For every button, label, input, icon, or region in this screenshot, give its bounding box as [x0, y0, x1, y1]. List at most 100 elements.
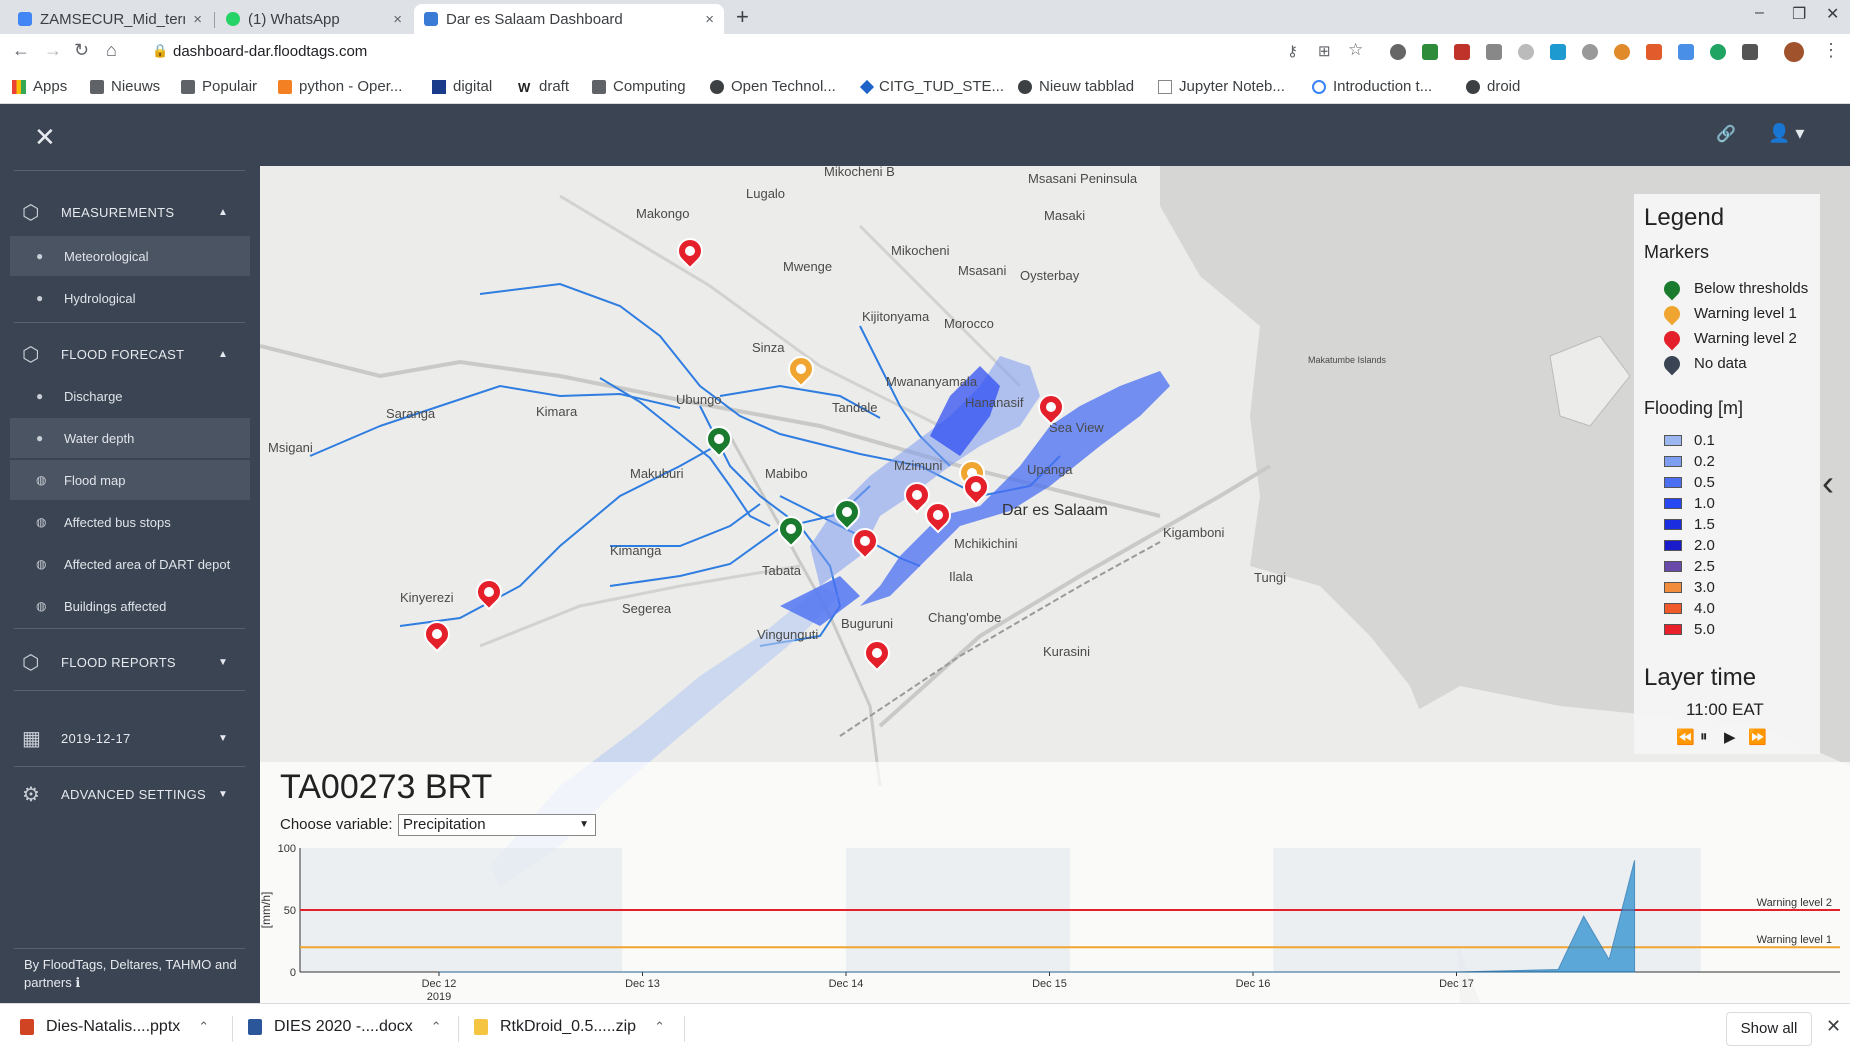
extension-icon[interactable] [1614, 44, 1630, 60]
bookmark-open-technol[interactable]: Open Technol... [710, 78, 836, 95]
new-tab-button[interactable]: + [736, 4, 749, 30]
section-measurements[interactable]: ⬡ MEASUREMENTS ▲ [0, 192, 260, 232]
close-downloads-icon[interactable]: ✕ [1826, 1016, 1841, 1037]
extension-icon[interactable] [1486, 44, 1502, 60]
legend-flood-item: 1.5 [1664, 516, 1715, 533]
legend-flood-item: 0.5 [1664, 474, 1715, 491]
home-icon[interactable]: ⌂ [106, 40, 117, 61]
apps-grid-icon [12, 79, 26, 94]
extension-icon[interactable] [1422, 44, 1438, 60]
reload-icon[interactable]: ↻ [74, 40, 89, 61]
bookmark-introduction[interactable]: Introduction t... [1312, 78, 1432, 95]
extension-icon[interactable] [1582, 44, 1598, 60]
sidebar-item-buildings-affected[interactable]: ◍ Buildings affected [10, 586, 250, 626]
fast-forward-icon[interactable]: ⏩ [1748, 728, 1767, 746]
minimize-icon[interactable]: – [1755, 4, 1764, 22]
download-item[interactable]: RtkDroid_0.5.....zip ⌃ [474, 1018, 665, 1036]
bookmark-computing[interactable]: Computing [592, 78, 686, 95]
precipitation-chart[interactable]: 0 50 100 [mm/h] Dec 12 Dec 13 Dec 14 Dec 15 Dec … [260, 824, 1850, 1004]
tab-close-icon[interactable]: × [393, 11, 402, 28]
extension-icon[interactable] [1518, 44, 1534, 60]
rain-icon [682, 243, 698, 259]
sidebar-item-hydrological[interactable]: ● Hydrological [10, 278, 250, 318]
section-flood-forecast[interactable]: ⬡ FLOOD FORECAST ▲ [0, 334, 260, 374]
share-link-icon[interactable]: 🔗 [1716, 124, 1736, 144]
tab-dashboard[interactable]: Dar es Salaam Dashboard × [414, 4, 724, 34]
download-name: Dies-Natalis....pptx [46, 1018, 181, 1035]
y-tick-label: 0 [290, 967, 296, 979]
section-advanced-settings[interactable]: ⚙ ADVANCED SETTINGS ▼ [0, 774, 260, 814]
sidebar-item-dart-depot[interactable]: ◍ Affected area of DART depot [10, 544, 250, 584]
bookmark-citg[interactable]: CITG_TUD_STE... [859, 78, 1004, 95]
sidebar-item-discharge[interactable]: ● Discharge [10, 376, 250, 416]
tab-zamsecur[interactable]: ZAMSECUR_Mid_term_m × [8, 4, 212, 34]
legend-label: 1.5 [1694, 516, 1715, 533]
user-menu-icon[interactable]: 👤 ▾ [1768, 123, 1804, 144]
pptx-file-icon [20, 1019, 34, 1035]
close-sidebar-icon[interactable]: ✕ [34, 122, 56, 153]
download-item[interactable]: DIES 2020 -....docx ⌃ [248, 1018, 442, 1036]
extension-icon[interactable] [1550, 44, 1566, 60]
maximize-icon[interactable]: ❐ [1792, 4, 1806, 24]
extension-icon[interactable] [1454, 44, 1470, 60]
layer-time-value: 11:00 EAT [1686, 700, 1764, 719]
rewind-icon[interactable]: ⏪ [1676, 728, 1695, 746]
forward-icon[interactable]: → [44, 40, 62, 61]
globe-icon: ◍ [36, 515, 47, 529]
pause-icon[interactable]: ⏸ [1700, 728, 1708, 745]
extension-icon[interactable] [1390, 44, 1406, 60]
bookmark-populair[interactable]: Populair [181, 78, 257, 95]
river-icon [1043, 399, 1059, 415]
tab-title: ZAMSECUR_Mid_term_m [40, 10, 185, 28]
address-bar[interactable]: dashboard-dar.floodtags.com [173, 43, 367, 60]
sidebar-item-affected-bus-stops[interactable]: ◍ Affected bus stops [10, 502, 250, 542]
section-flood-reports[interactable]: ⬡ FLOOD REPORTS ▼ [0, 642, 260, 682]
star-icon[interactable]: ☆ [1348, 40, 1363, 60]
tab-close-icon[interactable]: × [705, 11, 714, 28]
bookmark-nieuws[interactable]: Nieuws [90, 78, 160, 95]
bookmark-label: Nieuw tabblad [1039, 78, 1135, 95]
menu-icon[interactable]: ⋮ [1822, 40, 1840, 61]
section-label: MEASUREMENTS [61, 204, 175, 220]
extension-icon[interactable] [1646, 44, 1662, 60]
download-item[interactable]: Dies-Natalis....pptx ⌃ [20, 1018, 209, 1036]
translate-icon[interactable]: ⊞ [1318, 42, 1331, 60]
sidebar-item-meteorological[interactable]: ● Meteorological [10, 236, 250, 276]
bookmark-apps[interactable]: Apps [12, 78, 67, 95]
window-close-icon[interactable]: ✕ [1826, 4, 1839, 24]
legend-flood-item: 3.0 [1664, 579, 1715, 596]
extension-icon[interactable] [1742, 44, 1758, 60]
bookmark-jupyter[interactable]: Jupyter Noteb... [1158, 78, 1285, 95]
show-all-downloads-button[interactable]: Show all [1726, 1012, 1812, 1046]
legend-flood-item: 4.0 [1664, 600, 1715, 617]
tab-close-icon[interactable]: × [193, 11, 202, 28]
info-icon[interactable]: ℹ [75, 975, 80, 990]
extension-icon[interactable] [1678, 44, 1694, 60]
place-label: Msasani Peninsula [1028, 171, 1138, 186]
chevron-up-icon[interactable]: ⌃ [431, 1019, 442, 1035]
chevron-up-icon[interactable]: ⌃ [198, 1019, 209, 1035]
profile-avatar[interactable] [1784, 42, 1804, 62]
sidebar-item-flood-map[interactable]: ◍ Flood map [10, 460, 250, 500]
bookmark-droid[interactable]: droid [1466, 78, 1520, 95]
legend-label: 2.5 [1694, 558, 1715, 575]
tab-whatsapp[interactable]: (1) WhatsApp × [216, 4, 412, 34]
key-icon[interactable]: ⚷ [1287, 42, 1298, 60]
chevron-up-icon[interactable]: ⌃ [654, 1019, 665, 1035]
bookmark-digital[interactable]: digital [432, 78, 492, 95]
play-icon[interactable]: ▶ [1724, 728, 1736, 746]
expand-panel-chevron-icon[interactable]: ‹ [1822, 462, 1834, 504]
bookmark-nieuw-tabblad[interactable]: Nieuw tabblad [1018, 78, 1134, 95]
place-label: Sea View [1049, 420, 1104, 435]
date-picker[interactable]: ▦ 2019-12-17 ▼ [0, 718, 260, 758]
place-label: Oysterbay [1020, 268, 1080, 283]
place-label: Chang'ombe [928, 610, 1002, 625]
sidebar-item-water-depth[interactable]: ● Water depth [10, 418, 250, 458]
bookmark-draft[interactable]: Wdraft [518, 78, 569, 95]
legend-label: Warning level 1 [1694, 305, 1797, 322]
back-icon[interactable]: ← [12, 40, 30, 61]
extension-icon[interactable] [1710, 44, 1726, 60]
tab-title: Dar es Salaam Dashboard [446, 10, 623, 28]
bookmark-python[interactable]: python - Oper... [278, 78, 402, 95]
bookmark-label: digital [453, 78, 493, 95]
